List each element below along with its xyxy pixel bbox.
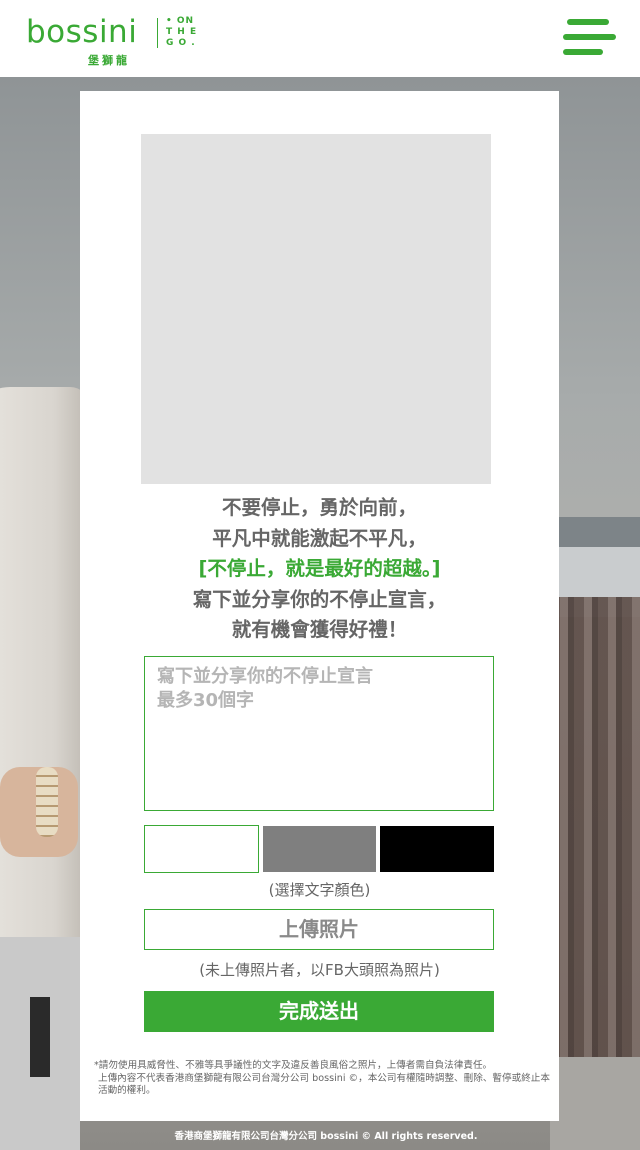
color-swatch-gray[interactable] [263,826,376,872]
slogan-line: 寫下並分享你的不停止宣言， [192,587,447,611]
site-header: bossini 堡獅龍 • ON T H E G O . [0,0,640,77]
brand-name-cn: 堡獅龍 [88,54,130,67]
color-swatch-black[interactable] [380,826,494,872]
photo-preview [141,134,491,484]
hamburger-menu-icon[interactable] [563,19,616,57]
disclaimer: *請勿使用具威脅性、不雅等具爭議性的文字及違反善良風俗之照片，上傳者需自負法律責… [94,1060,554,1098]
background-detail [30,997,50,1077]
brand-logo[interactable]: bossini 堡獅龍 • ON T H E G O . [26,14,206,70]
slogan-line: 不要停止，勇於向前， [221,496,417,519]
submit-button[interactable]: 完成送出 [144,991,494,1032]
footer-copyright: 香港商堡獅龍有限公司台灣分公司 bossini © All rights res… [174,1131,478,1142]
slogan-line: 平凡中就能激起不平凡， [212,526,427,550]
brand-tagline: • ON T H E G O . [166,16,206,49]
color-swatch-white[interactable] [144,825,259,873]
campaign-slogan: 不要停止，勇於向前， 平凡中就能激起不平凡， [不停止，就是最好的超越。] 寫下… [80,493,559,646]
text-color-picker [144,825,494,873]
menu-bar [563,34,616,40]
tagline-line: G O . [166,38,196,48]
logo-divider [157,18,158,48]
slogan-highlight: [不停止，就是最好的超越。] [198,557,441,580]
color-caption: (選擇文字顏色) [268,881,371,899]
upload-photo-button[interactable]: 上傳照片 [144,909,494,950]
declaration-input[interactable] [144,656,494,811]
upload-caption: (未上傳照片者，以FB大頭照為照片) [199,961,440,979]
tagline-line: T H E [166,27,198,37]
background-bridge [550,517,640,547]
menu-bar [563,49,603,55]
background-railing [550,597,640,1057]
background-bracelet [36,767,58,837]
disclaimer-line: 上傳內容不代表香港商堡獅龍有限公司台灣分公司 bossini ©，本公司有權隨時… [98,1072,550,1097]
disclaimer-line: *請勿使用具威脅性、不雅等具爭議性的文字及違反善良風俗之照片，上傳者需自負法律責… [94,1060,493,1071]
brand-name: bossini [26,14,138,50]
tagline-line: • ON [166,16,195,26]
menu-bar [567,19,609,25]
slogan-line: 就有機會獲得好禮！ [231,618,408,641]
campaign-form-card: 不要停止，勇於向前， 平凡中就能激起不平凡， [不停止，就是最好的超越。] 寫下… [80,91,559,1121]
